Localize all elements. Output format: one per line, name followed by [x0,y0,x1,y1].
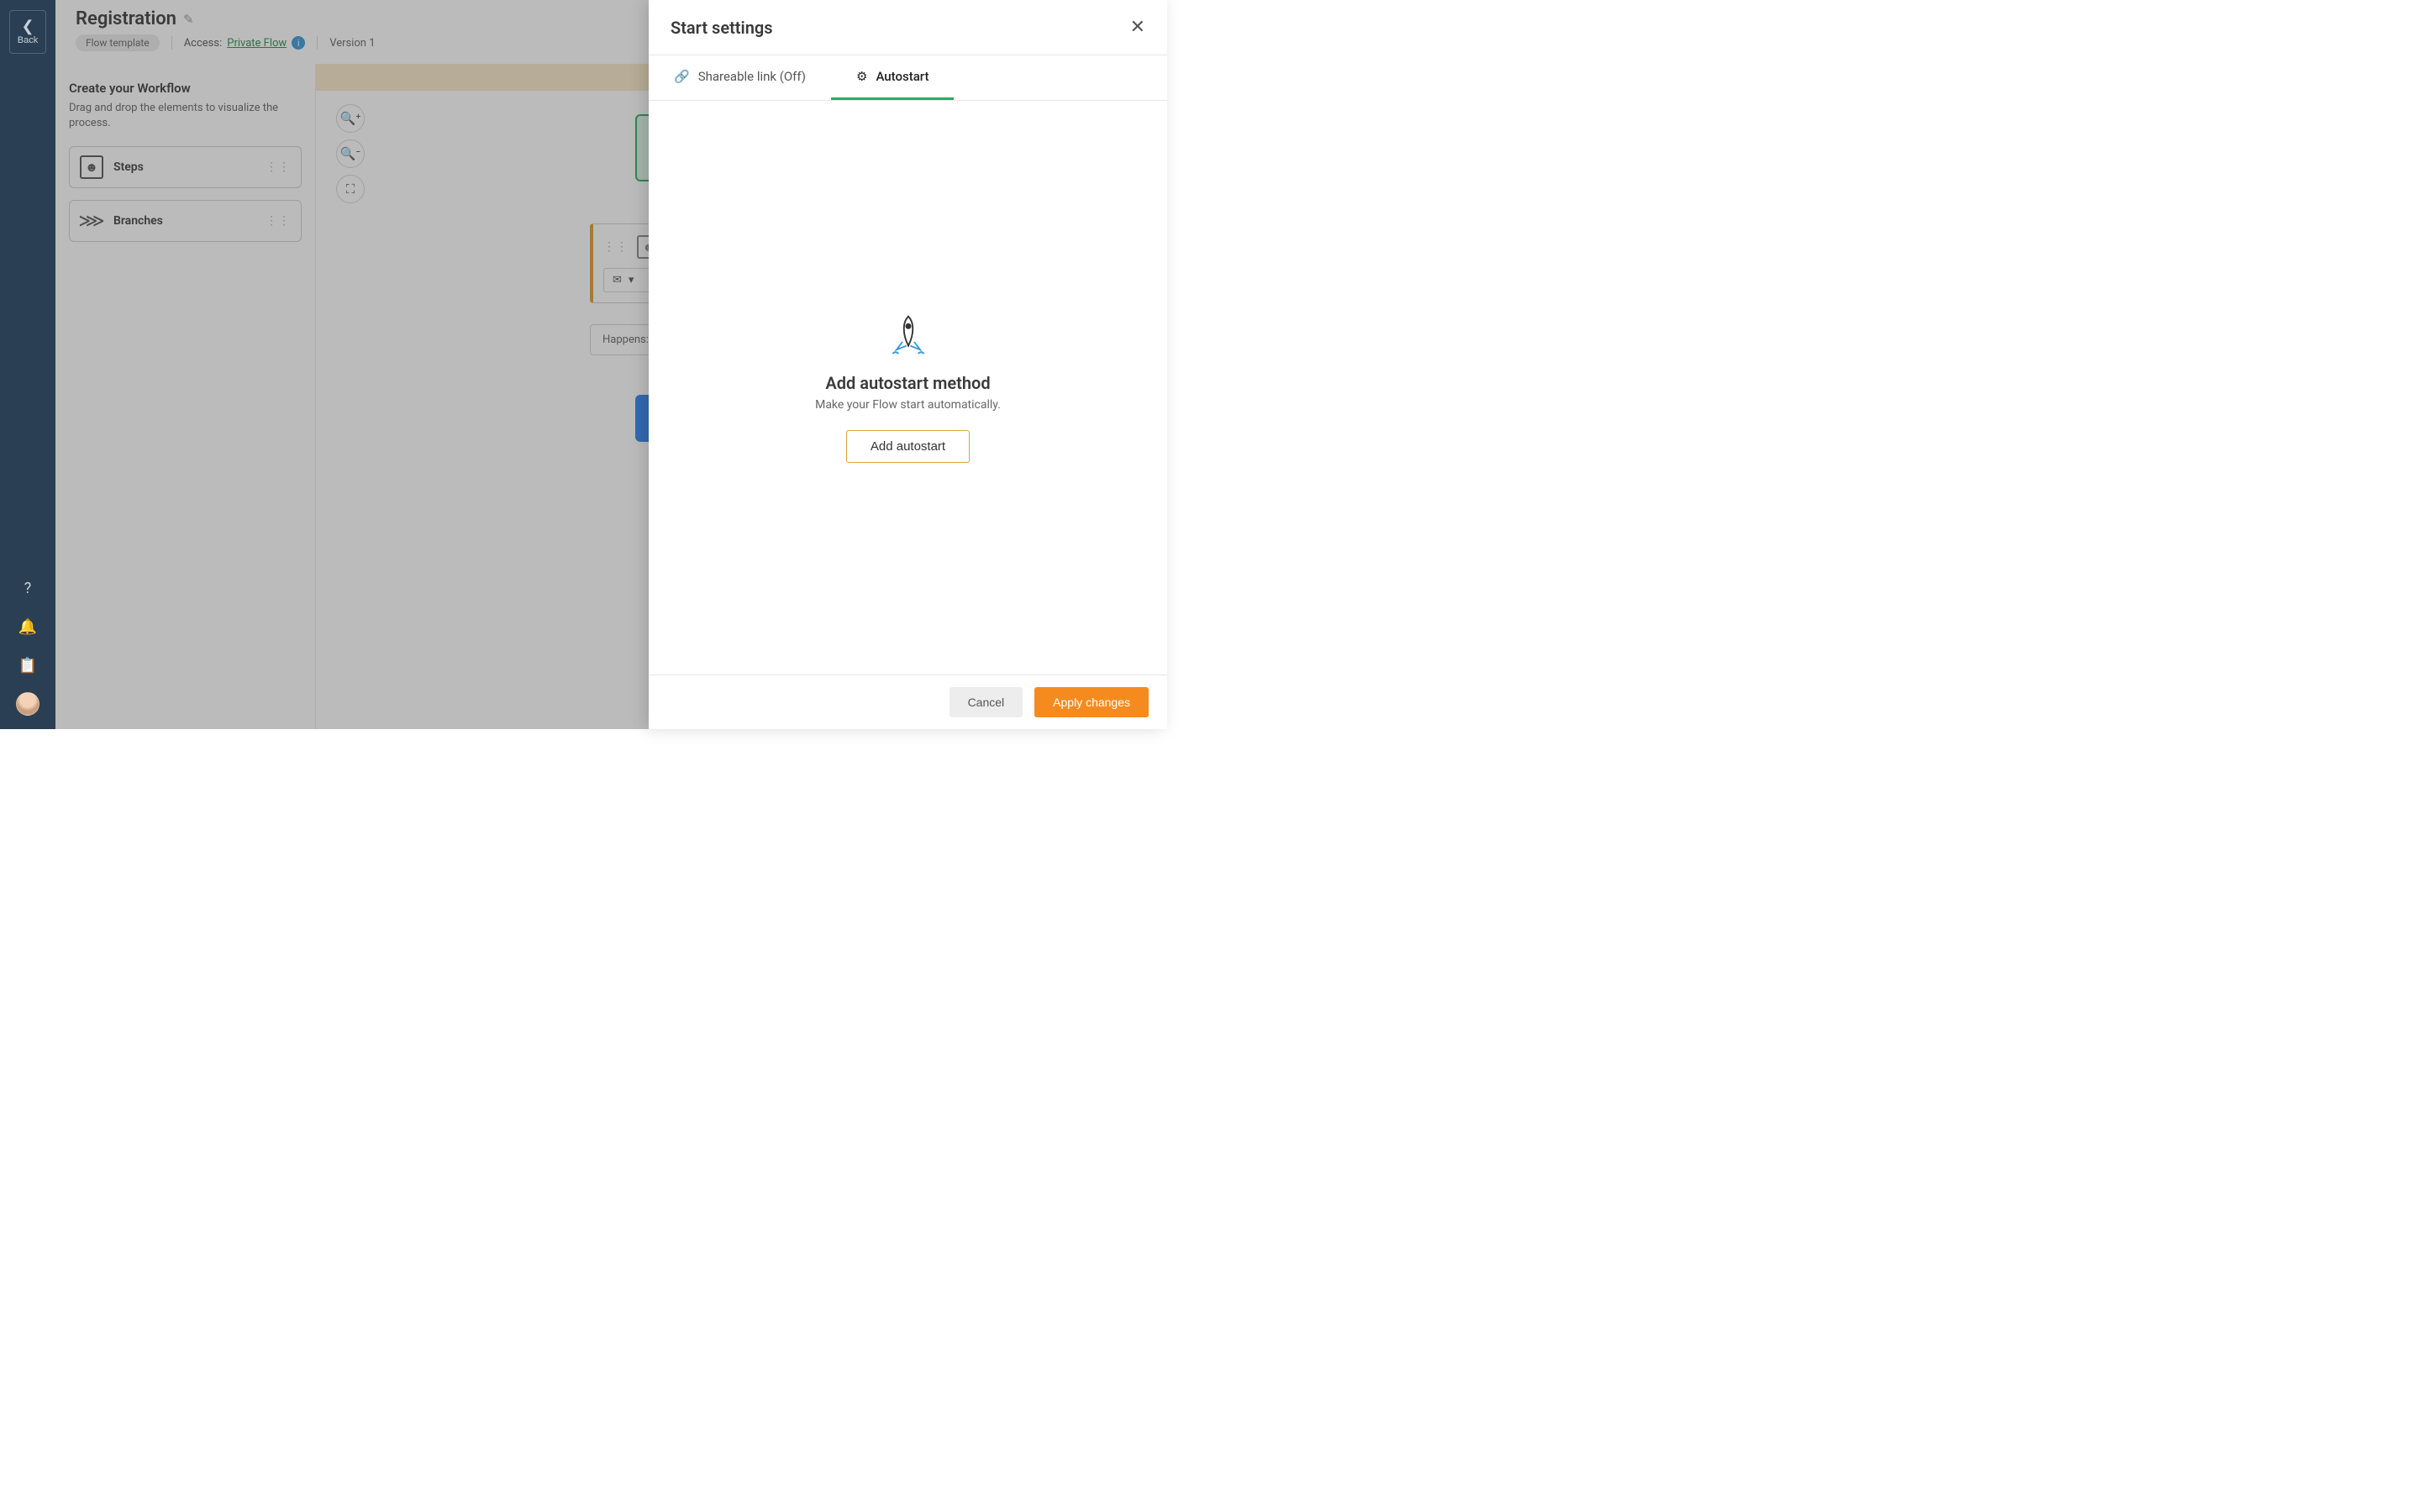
start-settings-panel: Start settings ✕ 🔗 Shareable link (Off) … [649,0,1167,729]
bell-icon[interactable]: 🔔 [16,615,39,638]
avatar[interactable] [16,692,39,716]
add-autostart-button[interactable]: Add autostart [846,430,970,463]
panel-title: Start settings [671,18,773,38]
apply-button[interactable]: Apply changes [1034,687,1149,717]
clipboard-icon[interactable]: 📋 [16,654,39,677]
tab-autostart[interactable]: ⚙ Autostart [831,55,954,100]
chevron-left-icon: ❮ [21,18,34,34]
empty-sub: Make your Flow start automatically. [815,398,1001,412]
tab-label: Autostart [876,69,929,84]
link-icon: 🔗 [674,69,690,84]
left-rail: ❮ Back ? 🔔 📋 [0,0,55,729]
back-label: Back [18,35,38,45]
tab-label: Shareable link (Off) [698,69,806,84]
rocket-icon [885,312,932,360]
help-icon[interactable]: ? [16,576,39,600]
gear-icon: ⚙ [856,69,867,84]
close-icon[interactable]: ✕ [1130,17,1145,38]
tab-shareable-link[interactable]: 🔗 Shareable link (Off) [649,55,831,100]
empty-title: Add autostart method [825,373,990,393]
cancel-button[interactable]: Cancel [950,687,1023,717]
back-button[interactable]: ❮ Back [9,10,46,54]
